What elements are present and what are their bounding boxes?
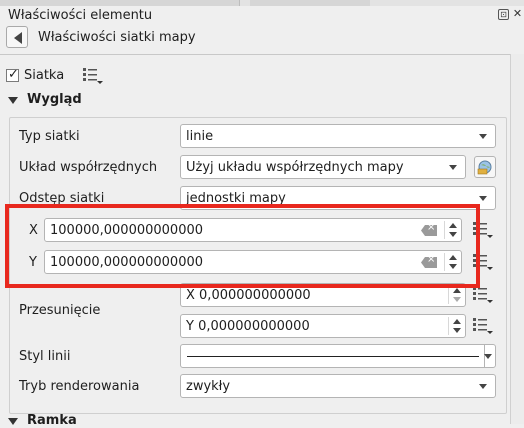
- grid-type-label: Typ siatki: [19, 129, 80, 144]
- chevron-down-icon: [479, 134, 487, 139]
- chevron-down-icon[interactable]: [8, 97, 18, 104]
- section-appearance[interactable]: Wygląd: [27, 92, 82, 107]
- select-crs-button[interactable]: [474, 156, 496, 178]
- data-defined-override-icon[interactable]: [472, 285, 494, 305]
- chevron-down-icon: [449, 165, 457, 170]
- back-button[interactable]: [6, 26, 28, 48]
- spin-down-icon[interactable]: [453, 328, 461, 333]
- chevron-down-icon: [479, 196, 487, 201]
- render-mode-select[interactable]: zwykły: [180, 374, 496, 398]
- section-frame[interactable]: Ramka: [27, 413, 77, 428]
- close-icon[interactable]: ✕: [512, 8, 523, 20]
- offset-label: Przesunięcie: [19, 303, 101, 318]
- render-mode-value: zwykły: [186, 379, 231, 394]
- spinbox-divider: [448, 317, 449, 335]
- panel-title: Właściwości elementu: [8, 8, 153, 23]
- float-icon[interactable]: ⊡: [498, 9, 509, 20]
- header-divider: [0, 54, 524, 55]
- spinbox-divider: [448, 286, 449, 304]
- offset-y-value: Y 0,000000000000: [186, 319, 310, 334]
- offset-x-value: X 0,000000000000: [186, 288, 311, 303]
- line-style-button[interactable]: [180, 344, 496, 368]
- crs-label: Układ współrzędnych: [19, 160, 158, 175]
- crs-select[interactable]: Użyj układu współrzędnych mapy: [180, 155, 466, 179]
- tab-layout[interactable]: [0, 0, 240, 6]
- highlight-box: [5, 204, 480, 288]
- grid-checkbox[interactable]: ✓: [6, 67, 19, 82]
- tab-strip: [0, 0, 524, 6]
- spin-down-icon[interactable]: [453, 297, 461, 302]
- scrollbar[interactable]: [510, 54, 524, 424]
- offset-y-spinbox[interactable]: Y 0,000000000000: [180, 314, 466, 338]
- back-arrow-icon: [14, 32, 22, 44]
- crs-value: Użyj układu współrzędnych mapy: [186, 160, 404, 175]
- checkmark-icon: ✓: [8, 67, 19, 82]
- grid-type-value: linie: [186, 129, 214, 144]
- spin-up-icon[interactable]: [453, 319, 461, 324]
- render-mode-label: Tryb renderowania: [19, 379, 140, 394]
- globe-icon: [477, 160, 492, 175]
- grid-checkbox-label: Siatka: [24, 68, 65, 83]
- grid-type-select[interactable]: linie: [180, 124, 496, 148]
- chevron-down-icon: [479, 384, 487, 389]
- data-defined-override-icon[interactable]: [82, 66, 104, 86]
- line-style-label: Styl linii: [19, 349, 71, 364]
- data-defined-override-icon[interactable]: [472, 316, 494, 336]
- spin-up-icon[interactable]: [453, 288, 461, 293]
- line-style-preview: [187, 356, 479, 357]
- tab-items[interactable]: [250, 0, 370, 6]
- breadcrumb: Właściwości siatki mapy: [38, 30, 196, 45]
- chevron-down-icon: [484, 354, 492, 359]
